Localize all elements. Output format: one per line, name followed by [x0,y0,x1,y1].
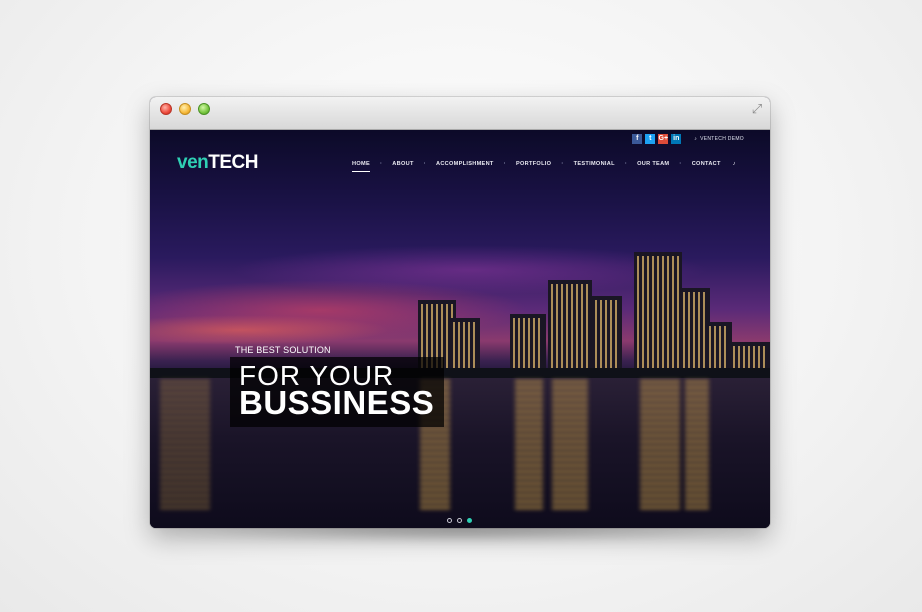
main-nav: HOME · ABOUT · ACCOMPLISHMENT · PORTFOLI… [348,161,736,172]
website-viewport: f t G+ in ♪ VENTECH DEMO venTECH HOME · … [150,130,770,528]
light-reflection [515,380,543,510]
linkedin-icon[interactable]: in [671,134,682,144]
nav-item-home[interactable]: HOME [348,161,374,172]
building [548,280,592,378]
browser-titlebar: ⤢ [150,97,770,130]
music-note-icon: ♪ [694,136,698,142]
nav-item-contact[interactable]: CONTACT [688,161,725,167]
browser-window: ⤢ f t G+ in ♪ VENTECH DEMO venTECH HOME … [150,97,770,528]
light-reflection [685,380,709,510]
slider-pagination [447,518,472,523]
slider-dot[interactable] [457,518,462,523]
twitter-icon[interactable]: t [645,134,656,144]
slider-dot-active[interactable] [467,518,472,523]
hero-kicker: THE BEST SOLUTION [235,345,331,355]
nav-item-portfolio[interactable]: PORTFOLIO [512,161,555,167]
expand-icon[interactable]: ⤢ [750,102,764,116]
light-reflection [160,380,210,510]
nav-item-our-team[interactable]: OUR TEAM [633,161,673,167]
slider-dot[interactable] [447,518,452,523]
nav-separator: · [624,161,628,167]
logo-part-1: ven [177,152,209,173]
close-button[interactable] [160,103,172,115]
hero-heading-line2: BUSSINESS [239,384,435,421]
nav-separator: · [679,161,682,167]
nav-separator: · [561,161,564,167]
google-plus-icon[interactable]: G+ [658,134,669,144]
nav-separator: · [423,161,426,167]
zoom-button[interactable] [198,103,210,115]
demo-label: VENTECH DEMO [700,136,744,142]
music-note-icon[interactable]: ♪ [733,161,736,167]
light-reflection [552,380,588,510]
minimize-button[interactable] [179,103,191,115]
top-bar: f t G+ in ♪ VENTECH DEMO [632,132,744,146]
site-logo[interactable]: venTECH [177,152,258,174]
demo-link[interactable]: ♪ VENTECH DEMO [694,136,744,142]
building [634,252,682,378]
light-reflection [640,380,680,510]
nav-item-about[interactable]: ABOUT [388,161,417,167]
sky-glow [150,315,390,345]
nav-item-accomplishment[interactable]: ACCOMPLISHMENT [432,161,498,167]
facebook-icon[interactable]: f [632,134,643,144]
logo-part-2: TECH [208,152,258,173]
building [592,296,622,378]
nav-separator: · [503,161,506,167]
nav-item-testimonial[interactable]: TESTIMONIAL [570,161,619,167]
nav-separator: · [379,161,383,167]
